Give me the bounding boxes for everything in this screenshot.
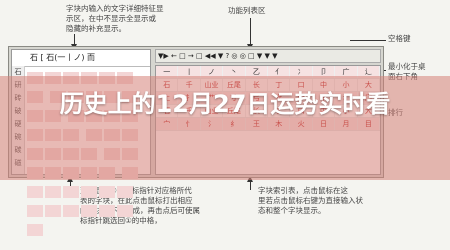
- leader-line: [350, 40, 386, 41]
- annotation-space-key: 空格键: [388, 34, 411, 43]
- annotation-top-left: 字块内输入的文字详细特征显 示区，在中不显示全显示或 隐藏的补充显示。: [66, 4, 164, 33]
- annotation-function-list: 功能列表区: [228, 6, 266, 15]
- function-toolbar[interactable]: ▼▶ ← □ → □ ◀◀ ▼ ? ◎ ◎ □ ▼ ▼ ▼: [155, 49, 381, 63]
- character-detail-header: 石 [ 石(一丨ノ) 而: [12, 50, 150, 67]
- leader-line: [250, 18, 251, 46]
- annotation-bottom-right: 字块索引表，点击鼠标在这 里若点击鼠标右键为直接输入状 态和整个字块显示。: [258, 186, 363, 215]
- page-title: 历史上的12月27日运势实时看: [59, 90, 391, 118]
